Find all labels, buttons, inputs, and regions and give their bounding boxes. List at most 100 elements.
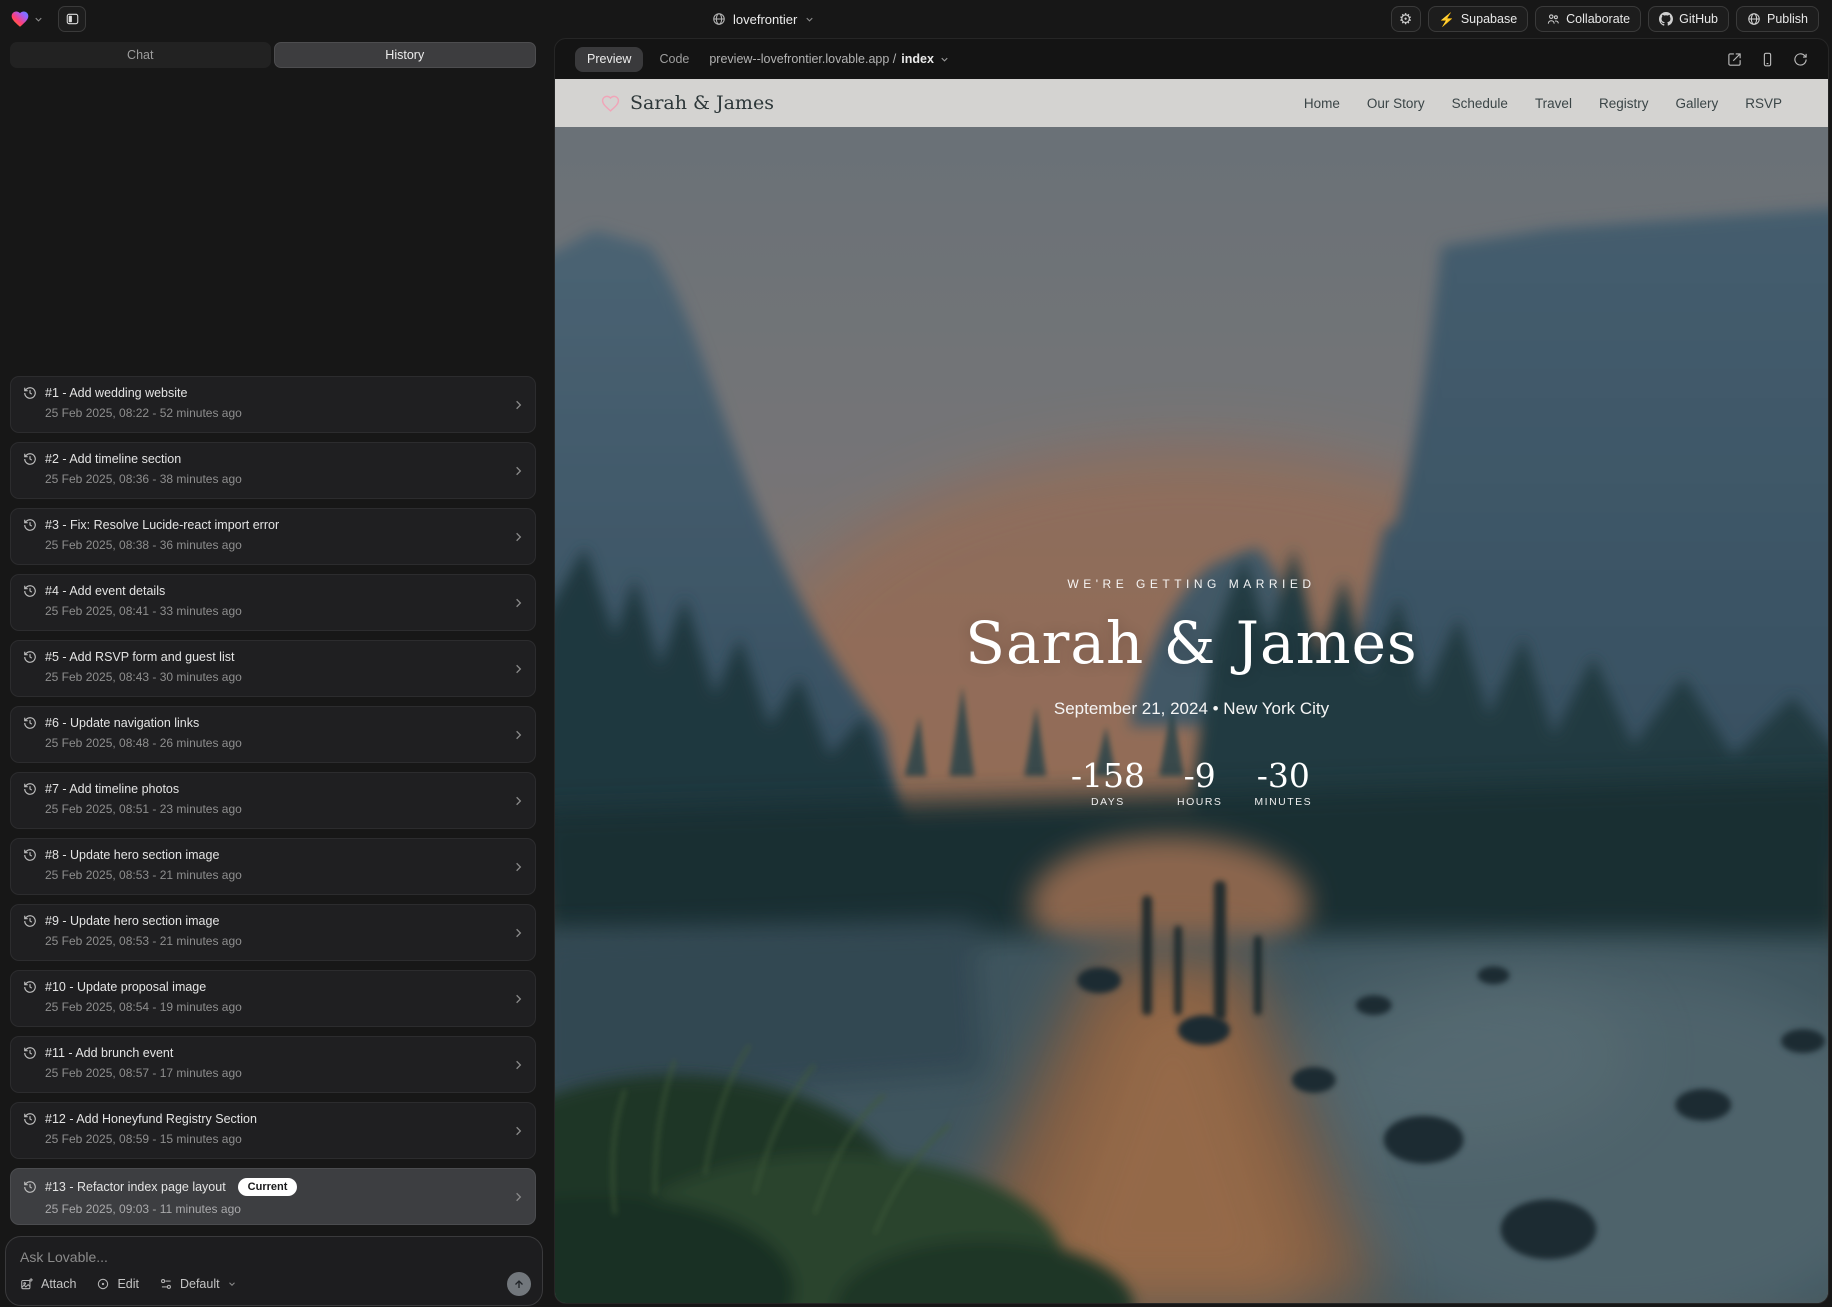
chevron-right-icon [511,1189,526,1204]
history-restore-icon [23,782,37,796]
mobile-view-icon[interactable] [1760,52,1775,67]
image-plus-icon [20,1277,34,1291]
chevron-down-icon [227,1279,237,1289]
nav-link-home[interactable]: Home [1304,96,1340,111]
collaborate-button[interactable]: Collaborate [1535,6,1641,32]
countdown-minutes-value: -30 [1254,759,1312,792]
history-restore-icon [23,980,37,994]
send-button[interactable] [507,1272,531,1296]
history-restore-icon [23,716,37,730]
project-switcher[interactable]: lovefrontier [712,0,815,38]
history-item[interactable]: #12 - Add Honeyfund Registry Section 25 … [10,1102,536,1159]
countdown-days-label: DAYS [1071,796,1145,808]
history-item[interactable]: #11 - Add brunch event 25 Feb 2025, 08:5… [10,1036,536,1093]
sliders-icon [159,1277,173,1291]
history-item-timestamp: 25 Feb 2025, 08:22 - 52 minutes ago [45,406,505,420]
tab-code[interactable]: Code [659,52,689,66]
chevron-right-icon [511,529,526,544]
chevron-right-icon [511,925,526,940]
refresh-icon[interactable] [1793,52,1808,67]
history-item-timestamp: 25 Feb 2025, 08:57 - 17 minutes ago [45,1066,505,1080]
history-item[interactable]: #4 - Add event details 25 Feb 2025, 08:4… [10,574,536,631]
nav-link-registry[interactable]: Registry [1599,96,1649,111]
countdown-hours-value: -9 [1177,759,1222,792]
history-item[interactable]: #5 - Add RSVP form and guest list 25 Feb… [10,640,536,697]
history-item[interactable]: #10 - Update proposal image 25 Feb 2025,… [10,970,536,1027]
edit-button[interactable]: Edit [96,1277,139,1291]
history-item-timestamp: 25 Feb 2025, 08:36 - 38 minutes ago [45,472,505,486]
history-item[interactable]: #8 - Update hero section image 25 Feb 20… [10,838,536,895]
nav-link-our-story[interactable]: Our Story [1367,96,1425,111]
sidebar-tabs: Chat History [10,42,536,68]
history-restore-icon [23,1180,37,1194]
nav-link-rsvp[interactable]: RSVP [1745,96,1782,111]
history-item[interactable]: #1 - Add wedding website 25 Feb 2025, 08… [10,376,536,433]
toggle-sidebar-button[interactable] [58,6,86,32]
history-item-title: #10 - Update proposal image [45,980,206,994]
history-item[interactable]: #7 - Add timeline photos 25 Feb 2025, 08… [10,772,536,829]
hero-title: Sarah & James [555,609,1828,677]
chat-input[interactable]: Ask Lovable... [20,1249,528,1265]
history-item[interactable]: #13 - Refactor index page layout Current… [10,1168,536,1225]
chevron-right-icon [511,463,526,478]
nav-link-schedule[interactable]: Schedule [1452,96,1508,111]
supabase-button[interactable]: ⚡ Supabase [1428,6,1529,32]
topbar: lovefrontier ⚙ ⚡ Supabase Collaborate [0,0,1832,38]
history-item-title: #2 - Add timeline section [45,452,181,466]
globe-icon [712,12,726,26]
history-item[interactable]: #9 - Update hero section image 25 Feb 20… [10,904,536,961]
site-header: Sarah & James Home Our Story Schedule Tr… [555,79,1828,127]
mode-label: Default [180,1277,220,1291]
lovable-logo-menu[interactable] [10,9,44,29]
countdown-days: -158 DAYS [1071,759,1145,808]
tab-preview[interactable]: Preview [575,47,643,72]
gear-icon: ⚙ [1399,10,1412,28]
tab-history[interactable]: History [274,42,537,68]
chevron-right-icon [511,859,526,874]
users-icon [1546,12,1560,26]
site-brand-name: Sarah & James [630,92,774,114]
history-item-title: #8 - Update hero section image [45,848,219,862]
edit-label: Edit [117,1277,139,1291]
history-item[interactable]: #3 - Fix: Resolve Lucide-react import er… [10,508,536,565]
target-icon [96,1277,110,1291]
preview-url[interactable]: preview--lovefrontier.lovable.app / inde… [709,52,950,66]
tab-chat[interactable]: Chat [10,42,271,68]
history-restore-icon [23,650,37,664]
open-in-new-tab-icon[interactable] [1727,52,1742,67]
history-item-timestamp: 25 Feb 2025, 08:53 - 21 minutes ago [45,934,505,948]
chevron-right-icon [511,793,526,808]
history-restore-icon [23,914,37,928]
github-button[interactable]: GitHub [1648,6,1729,32]
history-restore-icon [23,584,37,598]
github-label: GitHub [1679,12,1718,26]
preview-panel: Preview Code preview--lovefrontier.lovab… [554,38,1829,1304]
hero-date-line: September 21, 2024 • New York City [555,699,1828,719]
history-restore-icon [23,518,37,532]
supabase-label: Supabase [1461,12,1517,26]
hero-section: WE'RE GETTING MARRIED Sarah & James Sept… [555,577,1828,808]
history-restore-icon [23,386,37,400]
attach-button[interactable]: Attach [20,1277,76,1291]
chevron-down-icon [33,14,44,25]
settings-button[interactable]: ⚙ [1391,6,1421,32]
chevron-right-icon [511,1057,526,1072]
history-item-title: #1 - Add wedding website [45,386,187,400]
countdown: -158 DAYS -9 HOURS -30 MINUTES [555,759,1828,808]
history-item-timestamp: 25 Feb 2025, 08:48 - 26 minutes ago [45,736,505,750]
arrow-up-icon [513,1278,525,1291]
site-preview: Sarah & James Home Our Story Schedule Tr… [555,79,1828,1303]
chevron-right-icon [511,727,526,742]
chevron-right-icon [511,1123,526,1138]
history-item[interactable]: #2 - Add timeline section 25 Feb 2025, 0… [10,442,536,499]
publish-button[interactable]: Publish [1736,6,1819,32]
chat-composer: Ask Lovable... Attach Edit [5,1236,543,1306]
nav-link-gallery[interactable]: Gallery [1675,96,1718,111]
history-item-title: #3 - Fix: Resolve Lucide-react import er… [45,518,279,532]
site-brand[interactable]: Sarah & James [601,92,774,114]
chevron-down-icon [939,54,950,65]
history-item[interactable]: #6 - Update navigation links 25 Feb 2025… [10,706,536,763]
preview-url-text: preview--lovefrontier.lovable.app / [709,52,896,66]
mode-select[interactable]: Default [159,1277,237,1291]
nav-link-travel[interactable]: Travel [1535,96,1572,111]
